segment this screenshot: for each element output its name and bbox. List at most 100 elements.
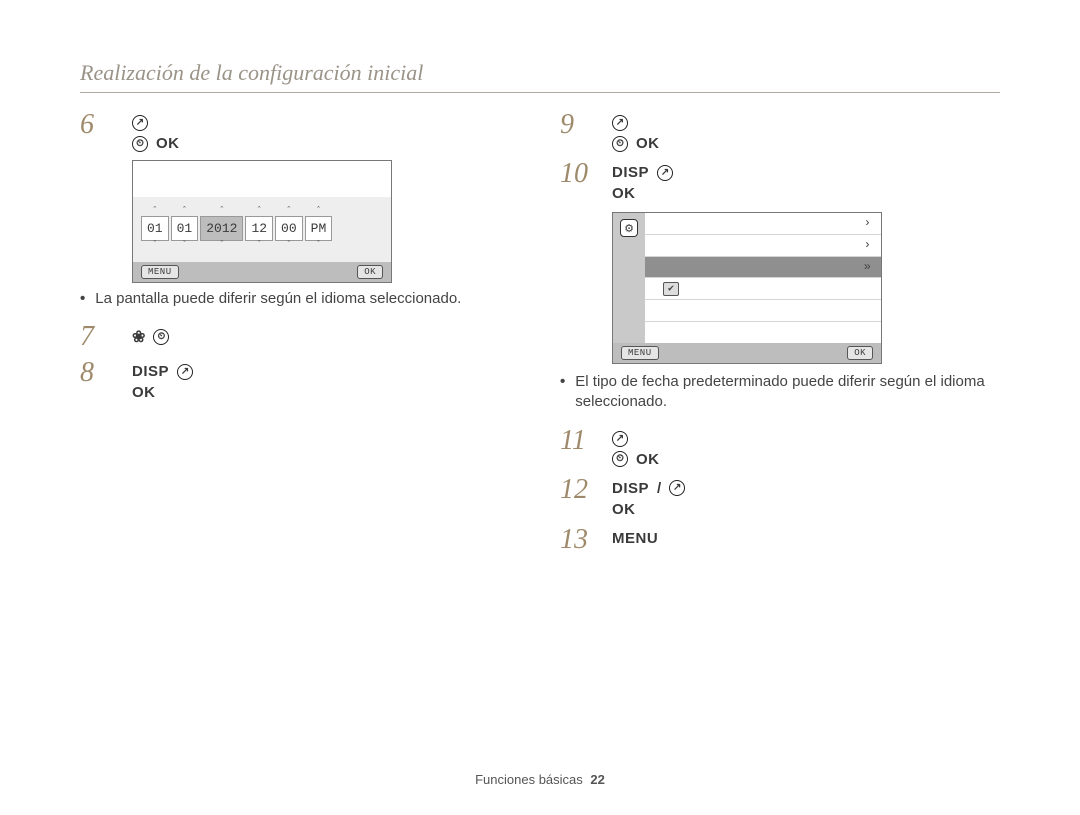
dt-cell: ˆ 12 ˇ [245,207,273,250]
step-number: 13 [560,526,594,554]
step-9: 9 ↗ ⏲ OK [560,111,1000,152]
list-row: › [645,235,881,257]
timer-dial-icon: ↗ [612,115,628,131]
dt-cell: ˆ PM ˇ [305,207,333,250]
step-11-icons: ↗ [612,431,1000,447]
step-9-icons: ↗ [612,115,1000,131]
screen-ok-button: OK [357,265,383,279]
note-text: El tipo de fecha predeterminado puede di… [575,372,1000,413]
datetime-selector-row: ˆ 01 ˇ ˆ 01 ˇ ˆ 2012 ˇ ˆ [141,207,383,250]
step-7: 7 ❀ ⏲ [80,323,520,351]
chevron-down-icon: ˇ [152,241,157,250]
step-number: 12 [560,476,594,504]
step-6-icons-2: ⏲ OK [132,135,520,152]
chevron-up-icon: ˆ [286,207,291,216]
dt-value: 2012 [200,216,243,241]
step-number: 6 [80,111,114,139]
screen-menu-button: MENU [141,265,179,279]
chevron-up-icon: ˆ [257,207,262,216]
chevron-down-icon: ˇ [182,241,187,250]
dt-value: 01 [171,216,199,241]
dt-value: 00 [275,216,303,241]
timer-dial-icon: ↗ [612,431,628,447]
right-note: • El tipo de fecha predeterminado puede … [560,372,1000,413]
timer-icon: ⏲ [132,136,148,152]
slash: / [657,480,661,497]
list-row [645,322,881,343]
dt-cell: ˆ 00 ˇ [275,207,303,250]
step-12-line-2: OK [612,501,1000,518]
screen-menu-button: MENU [621,346,659,360]
footer-page-number: 22 [590,772,604,787]
check-icon: ✔ [663,282,679,296]
step-8-line-1: DISP ↗ [132,363,520,380]
disp-label: DISP [612,164,649,181]
bullet-icon: • [560,372,565,413]
dt-cell: ˆ 01 ˇ [171,207,199,250]
datetime-screen: ˆ 01 ˇ ˆ 01 ˇ ˆ 2012 ˇ ˆ [132,160,392,283]
disp-label: DISP [612,480,649,497]
chevron-down-icon: ˇ [316,241,321,250]
timer-dial-icon: ↗ [132,115,148,131]
step-13: 13 MENU [560,526,1000,554]
step-10-line-2: OK [612,185,1000,202]
footer-section: Funciones básicas [475,772,583,787]
chevron-up-icon: ˆ [182,207,187,216]
step-13-line: MENU [612,530,1000,547]
chevron-up-icon: ˆ [219,207,224,216]
right-column: 9 ↗ ⏲ OK 10 DISP ↗ OK [560,111,1000,562]
step-8: 8 DISP ↗ OK [80,359,520,401]
step-number: 10 [560,160,594,188]
step-6-icons: ↗ [132,115,520,131]
date-type-screen: ⚙ › › » ✔ MENU OK [612,212,882,364]
menu-label: MENU [612,530,658,547]
chevron-down-icon: ˇ [286,241,291,250]
dt-cell-selected: ˆ 2012 ˇ [200,207,243,250]
timer-dial-icon: ↗ [177,364,193,380]
step-6: 6 ↗ ⏲ OK [80,111,520,152]
step-12: 12 DISP / ↗ OK [560,476,1000,518]
ok-label: OK [612,185,636,202]
step-7-icons: ❀ ⏲ [132,327,520,347]
step-8-line-2: OK [132,384,520,401]
macro-icon: ❀ [132,327,145,347]
step-10-line-1: DISP ↗ [612,164,1000,181]
list-row: › [645,213,881,235]
page-footer: Funciones básicas 22 [0,772,1080,787]
timer-dial-icon: ↗ [657,165,673,181]
ok-label: OK [636,451,660,468]
dt-value: 01 [141,216,169,241]
gear-icon: ⚙ [620,219,638,237]
chevron-up-icon: ˆ [316,207,321,216]
chevron-up-icon: ˆ [152,207,157,216]
left-note: • La pantalla puede diferir según el idi… [80,289,520,309]
step-number: 8 [80,359,114,387]
list-row-selected: » [645,257,881,279]
screen-ok-button: OK [847,346,873,360]
step-10: 10 DISP ↗ OK [560,160,1000,202]
chevron-down-icon: ˇ [257,241,262,250]
dt-value: 12 [245,216,273,241]
content-columns: 6 ↗ ⏲ OK ˆ 01 ˇ [80,111,1000,562]
step-number: 7 [80,323,114,351]
list-row [645,300,881,322]
step-11: 11 ↗ ⏲ OK [560,427,1000,468]
list-row-checked: ✔ [645,278,881,300]
header-rule [80,92,1000,93]
bullet-icon: • [80,289,85,309]
left-column: 6 ↗ ⏲ OK ˆ 01 ˇ [80,111,520,562]
timer-dial-icon: ↗ [669,480,685,496]
step-9-icons-2: ⏲ OK [612,135,1000,152]
ok-label: OK [156,135,180,152]
ok-label: OK [132,384,156,401]
note-text: La pantalla puede diferir según el idiom… [95,289,461,309]
step-11-icons-2: ⏲ OK [612,451,1000,468]
chevron-down-icon: ˇ [219,241,224,250]
disp-label: DISP [132,363,169,380]
step-number: 11 [560,427,594,455]
page-title: Realización de la configuración inicial [80,60,1000,86]
step-12-line-1: DISP / ↗ [612,480,1000,497]
dt-value: PM [305,216,333,241]
timer-icon: ⏲ [153,329,169,345]
timer-icon: ⏲ [612,451,628,467]
